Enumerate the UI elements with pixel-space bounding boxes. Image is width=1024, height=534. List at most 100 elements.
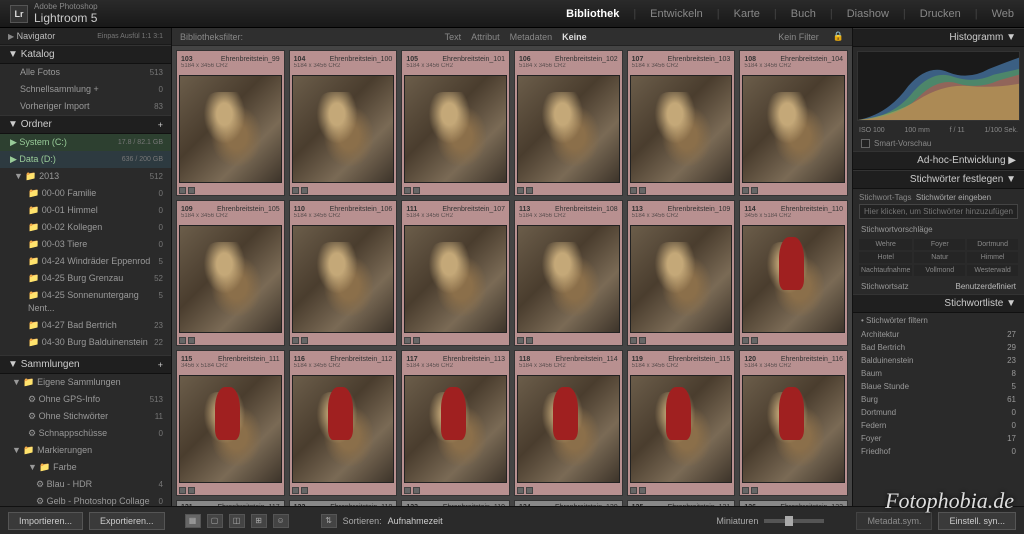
- folder-item[interactable]: 📁 04-25 Burg Grenzau52: [0, 270, 171, 287]
- sort-value[interactable]: Aufnahmezeit: [388, 516, 443, 526]
- collection-group[interactable]: ▼ 📁 Markierungen: [0, 442, 171, 459]
- thumbnail-cell[interactable]: 107Ehrenbreitstein_1035184 x 3456 CR2: [627, 50, 736, 196]
- thumbnail-cell[interactable]: 113Ehrenbreitstein_1095184 x 3456 CR2: [627, 200, 736, 346]
- thumbnail-cell[interactable]: 116Ehrenbreitstein_1125184 x 3456 CR2: [289, 350, 398, 496]
- sync-settings-button[interactable]: Einstell. syn...: [938, 512, 1016, 530]
- volume-item[interactable]: ▶ System (C:)17.8 / 82.1 GB: [0, 134, 171, 151]
- keyword-list-item[interactable]: Dortmund0: [853, 406, 1024, 419]
- module-bibliothek[interactable]: Bibliothek: [566, 8, 619, 20]
- keyword-suggestion[interactable]: Foyer: [914, 239, 965, 250]
- catalog-item[interactable]: Schnellsammlung +0: [0, 81, 171, 98]
- import-button[interactable]: Importieren...: [8, 512, 83, 530]
- collection-group[interactable]: ▼ 📁 Eigene Sammlungen: [0, 374, 171, 391]
- keyword-input[interactable]: [859, 204, 1018, 219]
- module-diashow[interactable]: Diashow: [847, 8, 889, 20]
- keyword-list-item[interactable]: Architektur27: [853, 328, 1024, 341]
- katalog-header[interactable]: ▼ Katalog: [0, 45, 171, 64]
- thumbnail-cell[interactable]: 124Ehrenbreitstein_120: [514, 500, 623, 506]
- thumbnail-cell[interactable]: 125Ehrenbreitstein_121: [627, 500, 736, 506]
- thumbnail-cell[interactable]: 103Ehrenbreitstein_995184 x 3456 CR2: [176, 50, 285, 196]
- module-web[interactable]: Web: [992, 8, 1014, 20]
- keyword-suggestion[interactable]: Himmel: [967, 252, 1018, 263]
- folder-item[interactable]: 📁 04-30 Burg Balduinenstein22: [0, 334, 171, 351]
- keyword-suggestion[interactable]: Natur: [914, 252, 965, 263]
- module-entwickeln[interactable]: Entwickeln: [650, 8, 703, 20]
- keyword-suggestion[interactable]: Hotel: [859, 252, 912, 263]
- view-loupe-icon[interactable]: ▢: [207, 514, 223, 528]
- thumbnail-cell[interactable]: 104Ehrenbreitstein_1005184 x 3456 CR2: [289, 50, 398, 196]
- thumbnail-cell[interactable]: 117Ehrenbreitstein_1135184 x 3456 CR2: [401, 350, 510, 496]
- folder-item[interactable]: 📁 00-02 Kollegen0: [0, 219, 171, 236]
- view-people-icon[interactable]: ☺: [273, 514, 289, 528]
- filter-none[interactable]: Kein Filter: [778, 32, 819, 42]
- thumbnail-cell[interactable]: 105Ehrenbreitstein_1015184 x 3456 CR2: [401, 50, 510, 196]
- thumbnail-cell[interactable]: 106Ehrenbreitstein_1025184 x 3456 CR2: [514, 50, 623, 196]
- folder-item[interactable]: 📁 04-27 Bad Bertrich23: [0, 317, 171, 334]
- folder-item[interactable]: 📁 00-03 Tiere0: [0, 236, 171, 253]
- export-button[interactable]: Exportieren...: [89, 512, 165, 530]
- keyword-set-row[interactable]: StichwortsatzBenutzerdefiniert: [853, 279, 1024, 294]
- thumbnail-cell[interactable]: 113Ehrenbreitstein_1085184 x 3456 CR2: [514, 200, 623, 346]
- thumbnail-cell[interactable]: 115Ehrenbreitstein_1113456 x 5184 CR2: [176, 350, 285, 496]
- smart-collection[interactable]: ⚙ Schnappschüsse0: [0, 425, 171, 442]
- thumbnail-cell[interactable]: 118Ehrenbreitstein_1145184 x 3456 CR2: [514, 350, 623, 496]
- view-survey-icon[interactable]: ⊞: [251, 514, 267, 528]
- collection-item[interactable]: ▼ 📁 Farbe: [0, 459, 171, 476]
- sort-direction-icon[interactable]: ⇅: [321, 514, 337, 528]
- folder-year[interactable]: ▼ 📁 2013512: [0, 168, 171, 185]
- keyword-suggestion[interactable]: Nachtaufnahme: [859, 265, 912, 276]
- thumbnail-cell[interactable]: 109Ehrenbreitstein_1055184 x 3456 CR2: [176, 200, 285, 346]
- sammlungen-header[interactable]: ▼ Sammlungen+: [0, 355, 171, 374]
- view-compare-icon[interactable]: ◫: [229, 514, 245, 528]
- filter-tab[interactable]: Metadaten: [510, 32, 553, 42]
- module-karte[interactable]: Karte: [734, 8, 760, 20]
- keyword-list-header[interactable]: Stichwortliste ▼: [853, 294, 1024, 313]
- keyword-list-item[interactable]: Foyer17: [853, 432, 1024, 445]
- thumbnail-cell[interactable]: 119Ehrenbreitstein_1155184 x 3456 CR2: [627, 350, 736, 496]
- thumbnail-cell[interactable]: 110Ehrenbreitstein_1065184 x 3456 CR2: [289, 200, 398, 346]
- adhoc-header[interactable]: Ad-hoc-Entwicklung ▶: [853, 151, 1024, 170]
- keyword-list-item[interactable]: Baum8: [853, 367, 1024, 380]
- histogram-header[interactable]: Histogramm ▼: [853, 28, 1024, 47]
- smart-collection[interactable]: ⚙ Ohne GPS-Info513: [0, 391, 171, 408]
- thumbnail-grid[interactable]: 103Ehrenbreitstein_995184 x 3456 CR2104E…: [172, 46, 852, 506]
- keyword-suggestion[interactable]: Vollmond: [914, 265, 965, 276]
- folder-item[interactable]: 📁 04-25 Sonnenuntergang Nent...5: [0, 287, 171, 317]
- view-grid-icon[interactable]: ▦: [185, 514, 201, 528]
- catalog-item[interactable]: Vorheriger Import83: [0, 98, 171, 115]
- folder-item[interactable]: 📁 04-24 Windräder Eppenrod5: [0, 253, 171, 270]
- thumbnail-cell[interactable]: 114Ehrenbreitstein_1103456 x 5184 CR2: [739, 200, 848, 346]
- navigator-header[interactable]: ▶ Navigator Einpas Ausfül 1:1 3:1: [0, 28, 171, 45]
- thumbnail-cell[interactable]: 121Ehrenbreitstein_117: [176, 500, 285, 506]
- thumb-size-slider[interactable]: [764, 519, 824, 523]
- keyword-suggestion[interactable]: Wehre: [859, 239, 912, 250]
- volume-item[interactable]: ▶ Data (D:)636 / 200 GB: [0, 151, 171, 168]
- smart-collection[interactable]: ⚙ Gelb - Photoshop Collage ...0: [0, 493, 171, 506]
- keyword-list-item[interactable]: Bad Bertrich29: [853, 341, 1024, 354]
- keyword-list-item[interactable]: Federn0: [853, 419, 1024, 432]
- keyword-list-item[interactable]: Friedhof0: [853, 445, 1024, 458]
- ordner-header[interactable]: ▼ Ordner+: [0, 115, 171, 134]
- lock-icon[interactable]: 🔒: [833, 31, 844, 42]
- keyword-list-item[interactable]: Burg61: [853, 393, 1024, 406]
- filter-tab[interactable]: Text: [445, 32, 462, 42]
- thumbnail-cell[interactable]: 122Ehrenbreitstein_118: [289, 500, 398, 506]
- folder-item[interactable]: 📁 00-01 Himmel0: [0, 202, 171, 219]
- thumbnail-cell[interactable]: 126Ehrenbreitstein_122: [739, 500, 848, 506]
- thumbnail-cell[interactable]: 120Ehrenbreitstein_1165184 x 3456 CR2: [739, 350, 848, 496]
- thumbnail-cell[interactable]: 123Ehrenbreitstein_119: [401, 500, 510, 506]
- filter-tab[interactable]: Attribut: [471, 32, 500, 42]
- catalog-item[interactable]: Alle Fotos513: [0, 64, 171, 81]
- keyword-suggestion[interactable]: Dortmund: [967, 239, 1018, 250]
- module-drucken[interactable]: Drucken: [920, 8, 961, 20]
- thumbnail-cell[interactable]: 111Ehrenbreitstein_1075184 x 3456 CR2: [401, 200, 510, 346]
- smart-preview[interactable]: Smart-Vorschau: [853, 136, 1024, 151]
- sync-metadata-button[interactable]: Metadat.sym.: [856, 512, 932, 530]
- module-buch[interactable]: Buch: [791, 8, 816, 20]
- keyword-list-item[interactable]: Blaue Stunde5: [853, 380, 1024, 393]
- keywording-header[interactable]: Stichwörter festlegen ▼: [853, 170, 1024, 189]
- folder-item[interactable]: 📁 00-00 Familie0: [0, 185, 171, 202]
- filter-tab[interactable]: Keine: [562, 32, 587, 42]
- thumbnail-cell[interactable]: 108Ehrenbreitstein_1045184 x 3456 CR2: [739, 50, 848, 196]
- keyword-suggestion[interactable]: Westerwald: [967, 265, 1018, 276]
